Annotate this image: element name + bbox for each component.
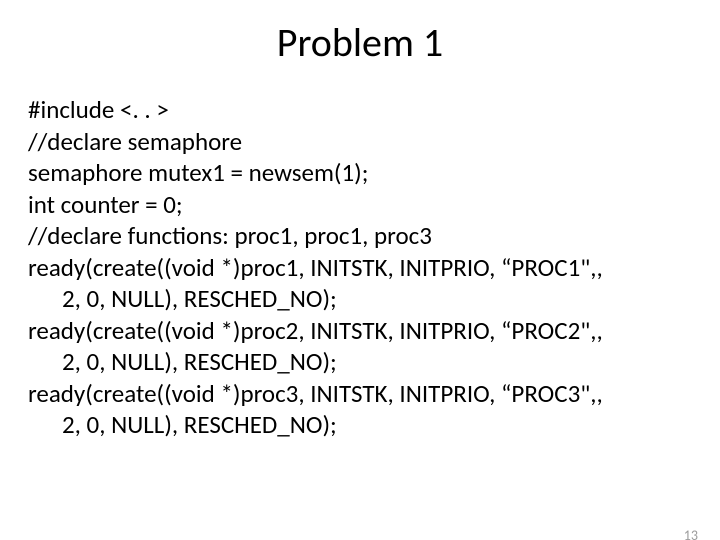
slide: Problem 1 #include <. . > //declare sema… — [0, 18, 720, 540]
code-body: #include <. . > //declare semaphore sema… — [0, 95, 720, 440]
code-line-cont: 2, 0, NULL), RESCHED_NO); — [28, 284, 692, 314]
code-line: ready(create((void *)proc3, INITSTK, INI… — [28, 379, 692, 409]
code-line: //declare semaphore — [28, 127, 692, 157]
code-line: ready(create((void *)proc1, INITSTK, INI… — [28, 253, 692, 283]
code-line: semaphore mutex1 = newsem(1); — [28, 158, 692, 188]
code-line: //declare functions: proc1, proc1, proc3 — [28, 221, 692, 251]
slide-title: Problem 1 — [0, 18, 720, 67]
code-line: #include <. . > — [28, 95, 692, 125]
code-line: ready(create((void *)proc2, INITSTK, INI… — [28, 316, 692, 346]
code-line: int counter = 0; — [28, 190, 692, 220]
code-line-cont: 2, 0, NULL), RESCHED_NO); — [28, 347, 692, 377]
code-line-cont: 2, 0, NULL), RESCHED_NO); — [28, 410, 692, 440]
page-number: 13 — [684, 527, 698, 540]
